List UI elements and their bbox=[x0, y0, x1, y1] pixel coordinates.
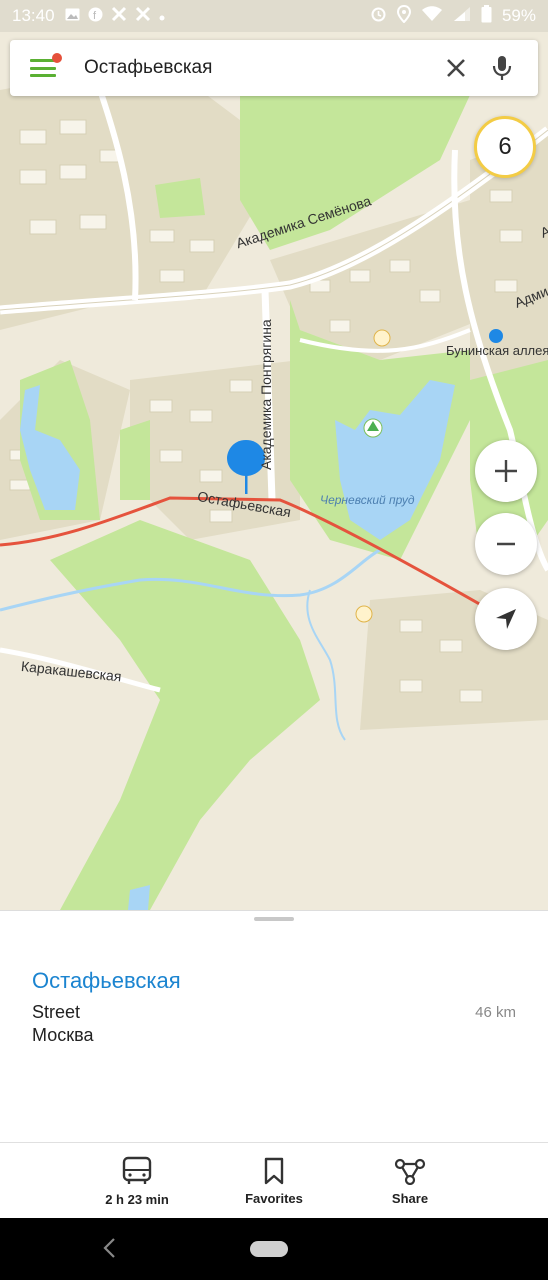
zoom-out-button[interactable] bbox=[475, 513, 537, 575]
close-icon bbox=[447, 59, 465, 77]
battery-percent: 59% bbox=[501, 6, 536, 25]
minus-icon bbox=[497, 542, 515, 546]
search-input[interactable]: Остафьевская bbox=[84, 57, 430, 79]
notification-dot bbox=[52, 53, 62, 63]
home-button[interactable] bbox=[250, 1241, 288, 1257]
signal-icon bbox=[453, 6, 471, 27]
dot-icon bbox=[159, 8, 165, 25]
location-icon bbox=[396, 4, 411, 28]
label-street-pontryagina: Академика Понтрягина bbox=[258, 319, 274, 470]
place-title: Остафьевская bbox=[32, 968, 181, 993]
share-button[interactable]: Share bbox=[355, 1143, 465, 1219]
search-bar[interactable]: Остафьевская bbox=[10, 40, 538, 96]
favorites-label: Favorites bbox=[245, 1190, 303, 1206]
place-distance: 46 km bbox=[475, 1004, 516, 1021]
layers-count-badge[interactable]: 6 bbox=[474, 116, 536, 178]
plus-icon bbox=[495, 460, 517, 482]
route-time-label: 2 h 23 min bbox=[105, 1191, 169, 1207]
place-type: Street bbox=[32, 1002, 81, 1022]
bus-icon bbox=[122, 1156, 152, 1184]
share-icon bbox=[394, 1158, 426, 1185]
alarm-icon bbox=[370, 5, 387, 27]
wifi-icon bbox=[421, 5, 443, 27]
navigation-arrow-icon bbox=[496, 609, 516, 629]
map-canvas bbox=[0, 0, 548, 910]
zoom-in-button[interactable] bbox=[475, 440, 537, 502]
microphone-icon bbox=[492, 56, 512, 80]
drag-handle[interactable] bbox=[254, 917, 294, 921]
bookmark-icon bbox=[264, 1157, 284, 1184]
status-time: 13:40 bbox=[12, 6, 55, 25]
action-bar: 2 h 23 min Favorites Share bbox=[0, 1142, 548, 1218]
route-button[interactable]: 2 h 23 min bbox=[82, 1143, 192, 1219]
clear-search-button[interactable] bbox=[436, 48, 476, 88]
map-view[interactable]: Академика Семёнова Академика Понтрягина … bbox=[0, 0, 548, 910]
gallery-icon bbox=[65, 8, 80, 25]
voice-search-button[interactable] bbox=[482, 48, 522, 88]
label-metro: Бунинская аллея bbox=[446, 343, 548, 358]
battery-icon bbox=[481, 4, 492, 28]
place-card[interactable]: Остафьевская Street Москва 46 km bbox=[0, 910, 548, 1142]
facebook-icon: f bbox=[88, 7, 103, 26]
x-icon bbox=[111, 6, 127, 26]
status-bar: 13:40 f 59% bbox=[0, 0, 548, 32]
x-icon bbox=[135, 6, 151, 26]
favorites-button[interactable]: Favorites bbox=[219, 1143, 329, 1219]
system-nav-bar bbox=[0, 1218, 548, 1280]
share-label: Share bbox=[391, 1190, 429, 1206]
my-location-button[interactable] bbox=[475, 588, 537, 650]
menu-button[interactable] bbox=[30, 53, 64, 81]
back-icon[interactable] bbox=[98, 1236, 122, 1260]
place-city: Москва bbox=[32, 1025, 94, 1045]
label-pond: Черневский пруд bbox=[320, 493, 415, 507]
